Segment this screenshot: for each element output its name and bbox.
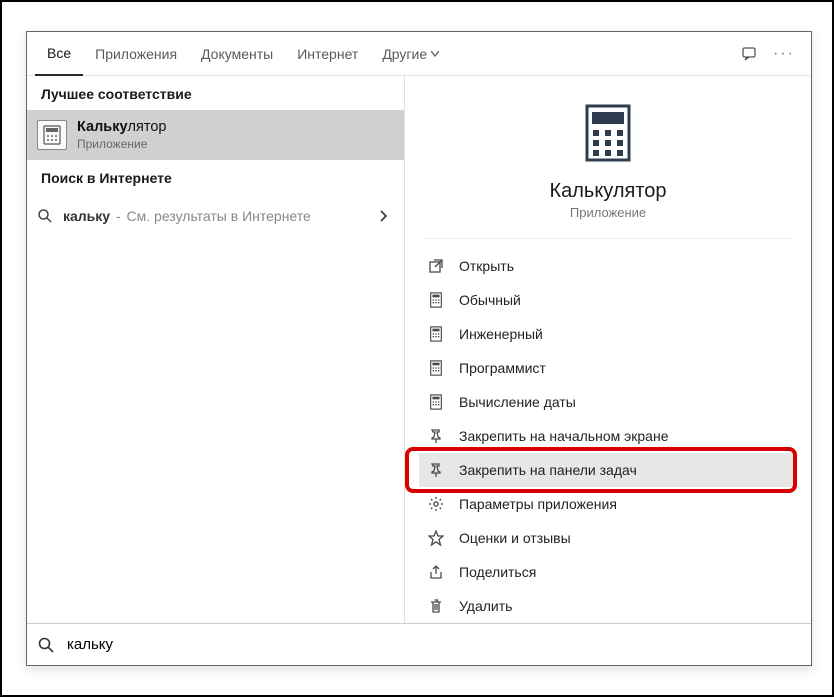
ellipsis-icon[interactable]: ··· [773,46,795,62]
action-label: Параметры приложения [459,496,617,512]
details-subtitle: Приложение [443,205,773,220]
gear-icon [427,495,445,513]
pin-icon [427,427,445,445]
tab-more[interactable]: Другие [370,32,451,76]
calc-icon [427,393,445,411]
open-icon [427,257,445,275]
action-share[interactable]: Поделиться [419,555,797,589]
details-panel: Калькулятор Приложение Открыть Обычный Инж… [405,76,811,623]
tab-web[interactable]: Интернет [285,32,370,76]
action-pin-start[interactable]: Закрепить на начальном экране [419,419,797,453]
chevron-down-icon [431,51,439,57]
star-icon [427,529,445,547]
pin-icon [427,461,445,479]
calc-icon [427,359,445,377]
action-standard[interactable]: Обычный [419,283,797,317]
action-label: Оценки и отзывы [459,530,571,546]
search-input[interactable] [65,635,801,654]
action-reviews[interactable]: Оценки и отзывы [419,521,797,555]
web-result-row[interactable]: кальку - См. результаты в Интернете [27,194,404,238]
action-label: Закрепить на начальном экране [459,428,669,444]
action-label: Инженерный [459,326,543,342]
share-icon [427,563,445,581]
action-label: Закрепить на панели задач [459,462,637,478]
action-programmer[interactable]: Программист [419,351,797,385]
chevron-right-icon[interactable] [374,210,394,222]
search-icon [37,636,55,654]
action-date[interactable]: Вычисление даты [419,385,797,419]
action-label: Вычисление даты [459,394,576,410]
action-pin-taskbar[interactable]: Закрепить на панели задач [419,453,797,487]
action-label: Открыть [459,258,514,274]
calc-icon [427,291,445,309]
tab-apps[interactable]: Приложения [83,32,189,76]
calculator-icon-large [581,104,635,162]
search-bar[interactable] [27,623,811,665]
result-subtitle: Приложение [77,137,166,152]
calculator-icon [37,120,67,150]
action-app-settings[interactable]: Параметры приложения [419,487,797,521]
action-uninstall[interactable]: Удалить [419,589,797,623]
action-label: Поделиться [459,564,536,580]
action-label: Программист [459,360,546,376]
tab-all[interactable]: Все [35,32,83,76]
result-title: Калькулятор [77,118,166,136]
action-label: Удалить [459,598,512,614]
web-result-text: кальку - См. результаты в Интернете [63,208,311,224]
web-search-header: Поиск в Интернете [27,160,404,194]
action-label: Обычный [459,292,521,308]
feedback-icon[interactable] [741,45,759,63]
tab-documents[interactable]: Документы [189,32,285,76]
calc-icon [427,325,445,343]
results-list: Лучшее соответствие Калькулятор Приложен… [27,76,405,623]
action-open[interactable]: Открыть [419,249,797,283]
action-scientific[interactable]: Инженерный [419,317,797,351]
details-title: Калькулятор [443,180,773,203]
best-match-header: Лучшее соответствие [27,76,404,110]
search-filter-tabs: Все Приложения Документы Интернет Другие… [27,32,811,76]
result-calculator[interactable]: Калькулятор Приложение [27,110,404,160]
search-icon [37,208,53,224]
trash-icon [427,597,445,615]
